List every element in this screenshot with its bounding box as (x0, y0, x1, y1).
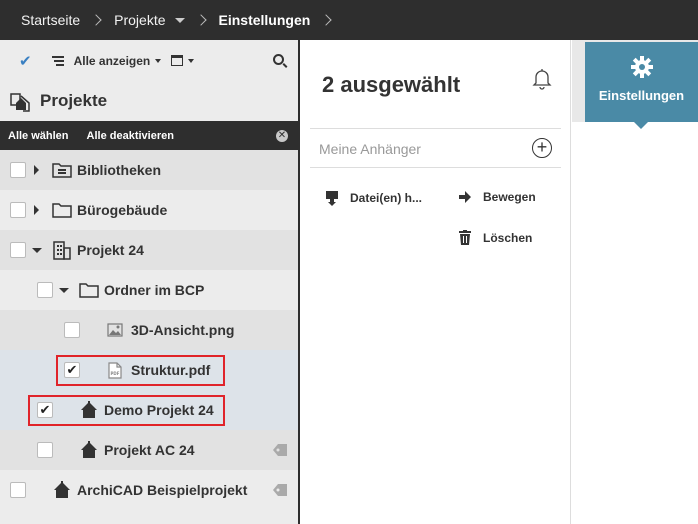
breadcrumb-projekte[interactable]: Projekte (114, 12, 165, 28)
download-icon (326, 191, 338, 206)
list-item[interactable]: Projekt 24 (0, 230, 298, 270)
list-view-icon[interactable] (51, 54, 64, 68)
item-label: Bürogebäude (77, 202, 168, 218)
item-label: Ordner im BCP (104, 282, 205, 298)
panel-header: Projekte (0, 81, 298, 121)
selection-title: 2 ausgewählt (322, 72, 461, 97)
projects-icon (10, 93, 30, 112)
list-item[interactable]: Bibliotheken (0, 150, 298, 190)
list-item[interactable]: Ordner im BCP (0, 270, 298, 310)
trash-icon (459, 230, 471, 245)
row-checkbox[interactable] (10, 482, 26, 498)
followers-placeholder: Meine Anhänger (319, 141, 421, 157)
tab-settings-label: Einstellungen (598, 88, 685, 103)
caret-down-icon[interactable] (174, 17, 185, 23)
chevron-right-icon (90, 14, 102, 26)
breadcrumb: Startseite Projekte Einstellungen (0, 0, 698, 40)
calendar-icon[interactable] (171, 55, 184, 66)
list-item[interactable]: ✔ PDF Struktur.pdf (0, 350, 298, 390)
item-label: Projekt 24 (77, 242, 144, 258)
followers-field[interactable]: Meine Anhänger + (310, 128, 561, 168)
collapse-arrow-icon[interactable] (59, 287, 69, 293)
filter-dropdown[interactable]: Alle anzeigen (74, 54, 151, 68)
download-label: Datei(en) h... (350, 191, 423, 205)
highlight-frame (56, 355, 225, 386)
folder-icon (52, 203, 72, 218)
list-item[interactable]: ✔ Demo Projekt 24 (0, 390, 298, 430)
chevron-right-icon (320, 14, 332, 26)
select-all-button[interactable]: Alle wählen (8, 130, 69, 142)
expand-arrow-icon[interactable] (34, 205, 39, 215)
caret-down-icon[interactable] (155, 58, 162, 63)
close-icon[interactable]: ✕ (276, 130, 288, 142)
move-label: Bewegen (483, 190, 536, 204)
bell-icon[interactable] (530, 66, 554, 90)
row-checkbox[interactable] (37, 442, 53, 458)
row-checkbox[interactable] (37, 282, 53, 298)
delete-button[interactable]: Löschen (457, 230, 532, 245)
row-checkbox[interactable] (10, 162, 26, 178)
tag-icon[interactable] (272, 443, 288, 457)
panel-title: Projekte (40, 91, 108, 110)
project-house-icon (81, 441, 97, 458)
list-item[interactable]: Projekt AC 24 (0, 430, 298, 470)
chevron-right-icon (194, 14, 207, 26)
row-checkbox[interactable] (10, 202, 26, 218)
item-label: Bibliotheken (77, 162, 162, 178)
list-item[interactable]: 3D-Ansicht.png (0, 310, 298, 350)
breadcrumb-einstellungen: Einstellungen (218, 12, 311, 28)
selection-panel: 2 ausgewählt Meine Anhänger + Datei(en) … (302, 40, 571, 524)
tree-toolbar: ✔ Alle anzeigen (0, 40, 298, 81)
row-checkbox[interactable] (10, 242, 26, 258)
delete-label: Löschen (483, 230, 533, 245)
deselect-all-button[interactable]: Alle deaktivieren (87, 130, 174, 142)
folder-icon (79, 283, 99, 298)
gear-icon (630, 56, 653, 78)
project-house-icon (54, 481, 70, 498)
arrow-right-icon (459, 191, 471, 203)
item-label: ArchiCAD Beispielprojekt (77, 482, 248, 498)
selection-bar: Alle wählen Alle deaktivieren ✕ (0, 121, 298, 150)
item-label: 3D-Ansicht.png (131, 322, 235, 338)
add-follower-icon[interactable]: + (532, 138, 552, 158)
download-button[interactable]: Datei(en) h... (324, 190, 422, 206)
collapse-arrow-icon[interactable] (32, 247, 42, 253)
settings-panel: Einstellungen (572, 40, 698, 524)
tag-icon[interactable] (272, 483, 288, 497)
list-item[interactable]: ArchiCAD Beispielprojekt (0, 470, 298, 510)
row-checkbox[interactable] (64, 322, 80, 338)
search-icon[interactable] (273, 54, 284, 65)
list-item[interactable]: Bürogebäude (0, 190, 298, 230)
image-file-icon (107, 323, 123, 337)
breadcrumb-startseite[interactable]: Startseite (21, 12, 80, 28)
library-folder-icon (52, 163, 72, 178)
item-label: Projekt AC 24 (104, 442, 195, 458)
tab-settings[interactable]: Einstellungen (585, 42, 698, 129)
checkmark-icon[interactable]: ✔ (19, 52, 32, 70)
expand-arrow-icon[interactable] (34, 165, 39, 175)
caret-down-icon[interactable] (188, 58, 195, 63)
project-tree-panel: ✔ Alle anzeigen Projekte Alle wählen All… (0, 40, 300, 524)
move-button[interactable]: Bewegen (457, 190, 536, 204)
highlight-frame (28, 395, 225, 426)
building-icon (53, 241, 71, 260)
